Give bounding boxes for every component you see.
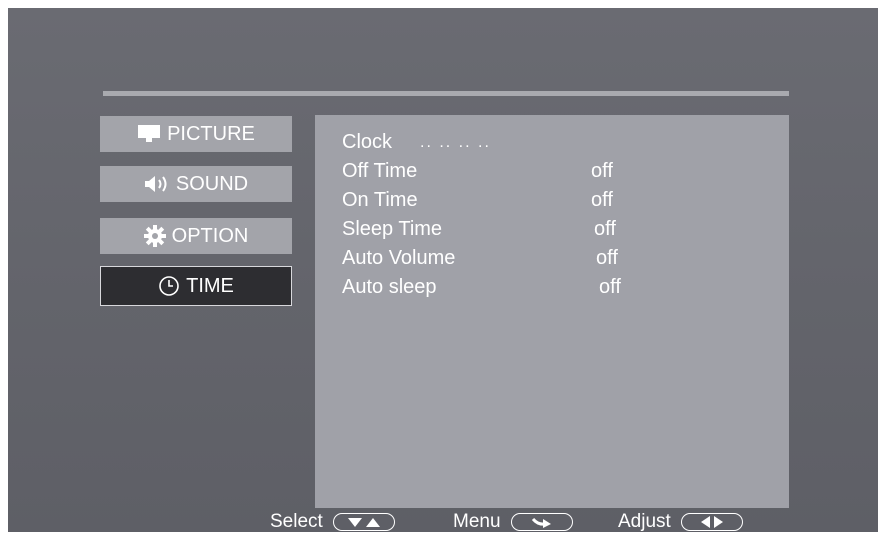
menu-item-label: TIME [186, 274, 234, 297]
gear-icon [143, 225, 166, 247]
setting-row-sleep-time[interactable]: Sleep Time off [342, 217, 772, 246]
up-down-arrows-icon[interactable] [332, 512, 395, 531]
setting-label: On Time [342, 189, 418, 211]
menu-hint-label: Menu [453, 510, 501, 532]
header-divider [103, 91, 789, 96]
setting-label: Clock [342, 131, 393, 153]
adjust-hint: Adjust [618, 511, 743, 532]
left-right-arrows-icon[interactable] [680, 512, 743, 531]
speaker-icon [144, 174, 170, 194]
menu-hint: Menu [453, 511, 573, 532]
select-hint: Select [270, 511, 395, 532]
menu-item-label: SOUND [175, 172, 249, 195]
menu-item-time[interactable]: TIME [100, 266, 292, 306]
adjust-hint-label: Adjust [618, 510, 671, 532]
menu-item-option[interactable]: OPTION [100, 218, 292, 254]
setting-row-off-time[interactable]: Off Time off [342, 159, 772, 188]
setting-value: off [599, 276, 621, 298]
return-arrow-icon[interactable] [510, 512, 573, 531]
setting-value: off [591, 160, 613, 182]
osd-screen: PICTURE SOUND OPTION TIME Clock .. .. ..… [8, 8, 878, 532]
setting-row-on-time[interactable]: On Time off [342, 188, 772, 217]
time-settings-panel: Clock .. .. .. .. Off Time off On Time o… [315, 115, 789, 508]
setting-row-clock[interactable]: Clock .. .. .. .. [342, 130, 772, 159]
setting-row-auto-volume[interactable]: Auto Volume off [342, 246, 772, 275]
setting-value: off [596, 247, 618, 269]
setting-label: Auto Volume [342, 247, 456, 269]
menu-item-sound[interactable]: SOUND [100, 166, 292, 202]
setting-value: off [594, 218, 616, 240]
setting-label: Sleep Time [342, 218, 443, 240]
clock-icon [158, 275, 180, 297]
setting-value: off [591, 189, 613, 211]
menu-item-label: OPTION [171, 224, 249, 247]
clock-value: .. .. .. .. [420, 134, 491, 151]
setting-label: Off Time [342, 160, 418, 182]
select-hint-label: Select [270, 510, 323, 532]
setting-label: Auto sleep [342, 276, 437, 298]
monitor-icon [137, 124, 161, 144]
menu-item-label: PICTURE [167, 122, 255, 145]
menu-item-picture[interactable]: PICTURE [100, 116, 292, 152]
setting-row-auto-sleep[interactable]: Auto sleep off [342, 275, 772, 304]
